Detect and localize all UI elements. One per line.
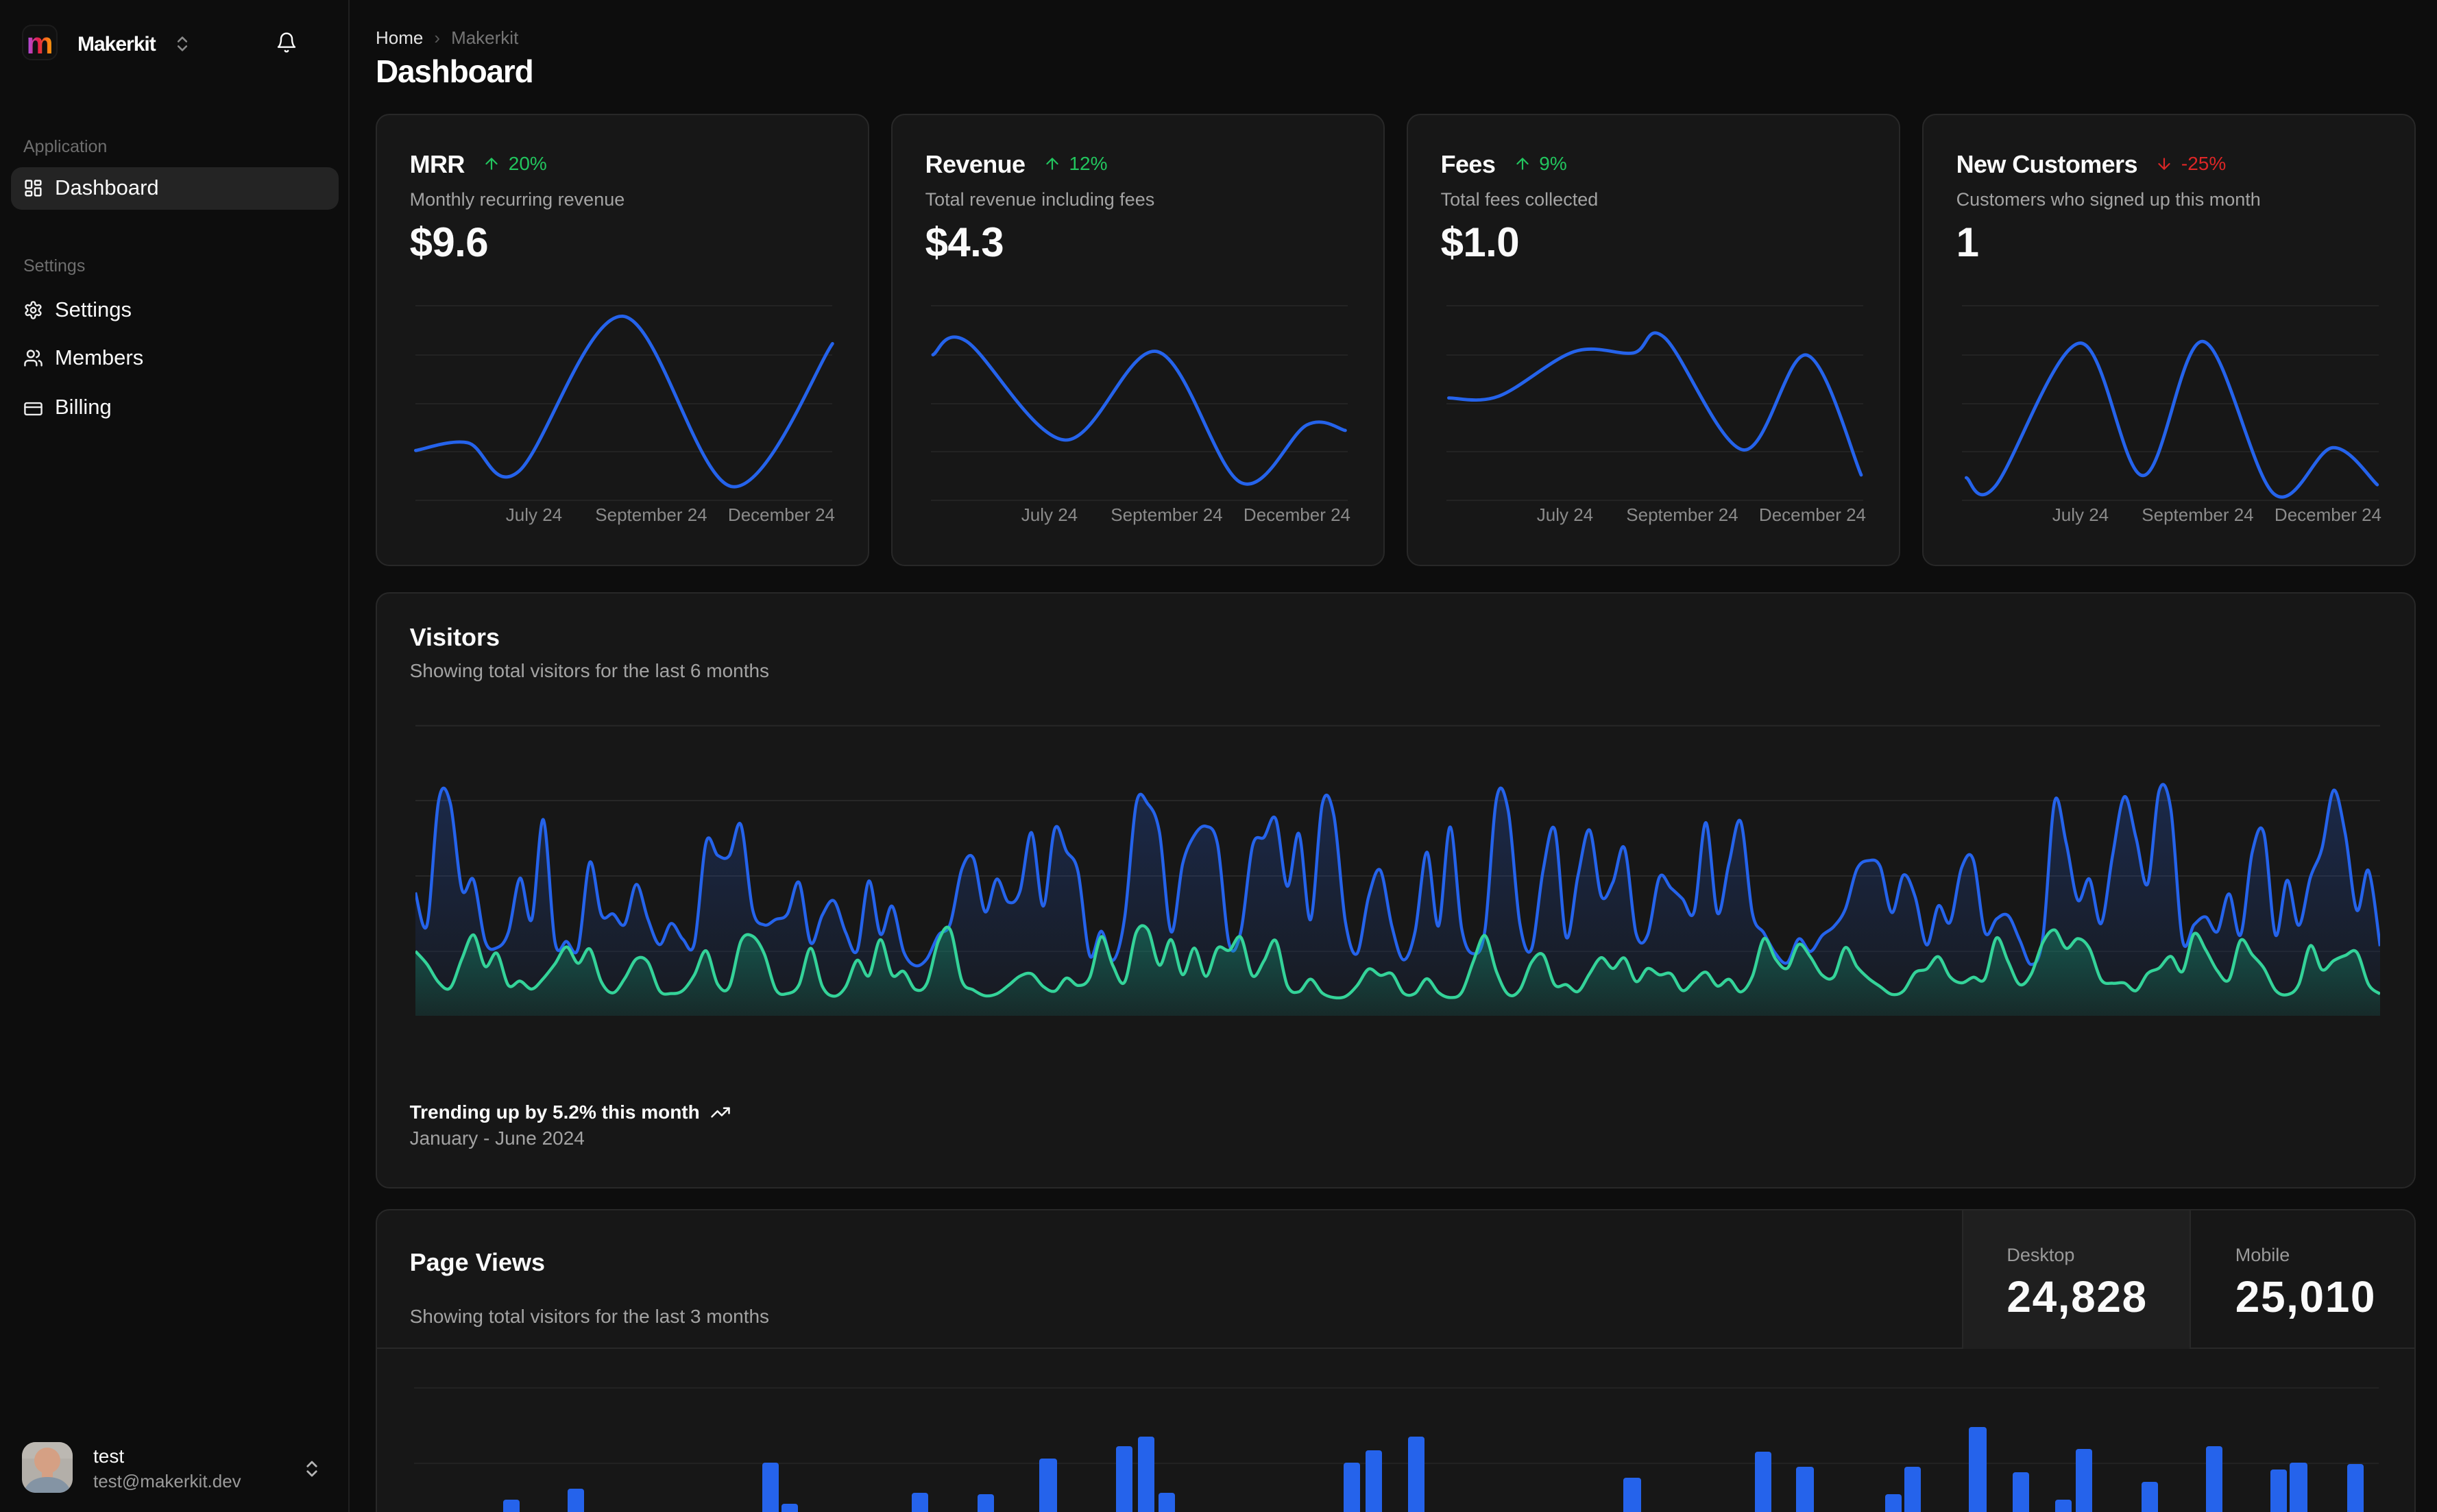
svg-text:m: m bbox=[26, 27, 53, 59]
